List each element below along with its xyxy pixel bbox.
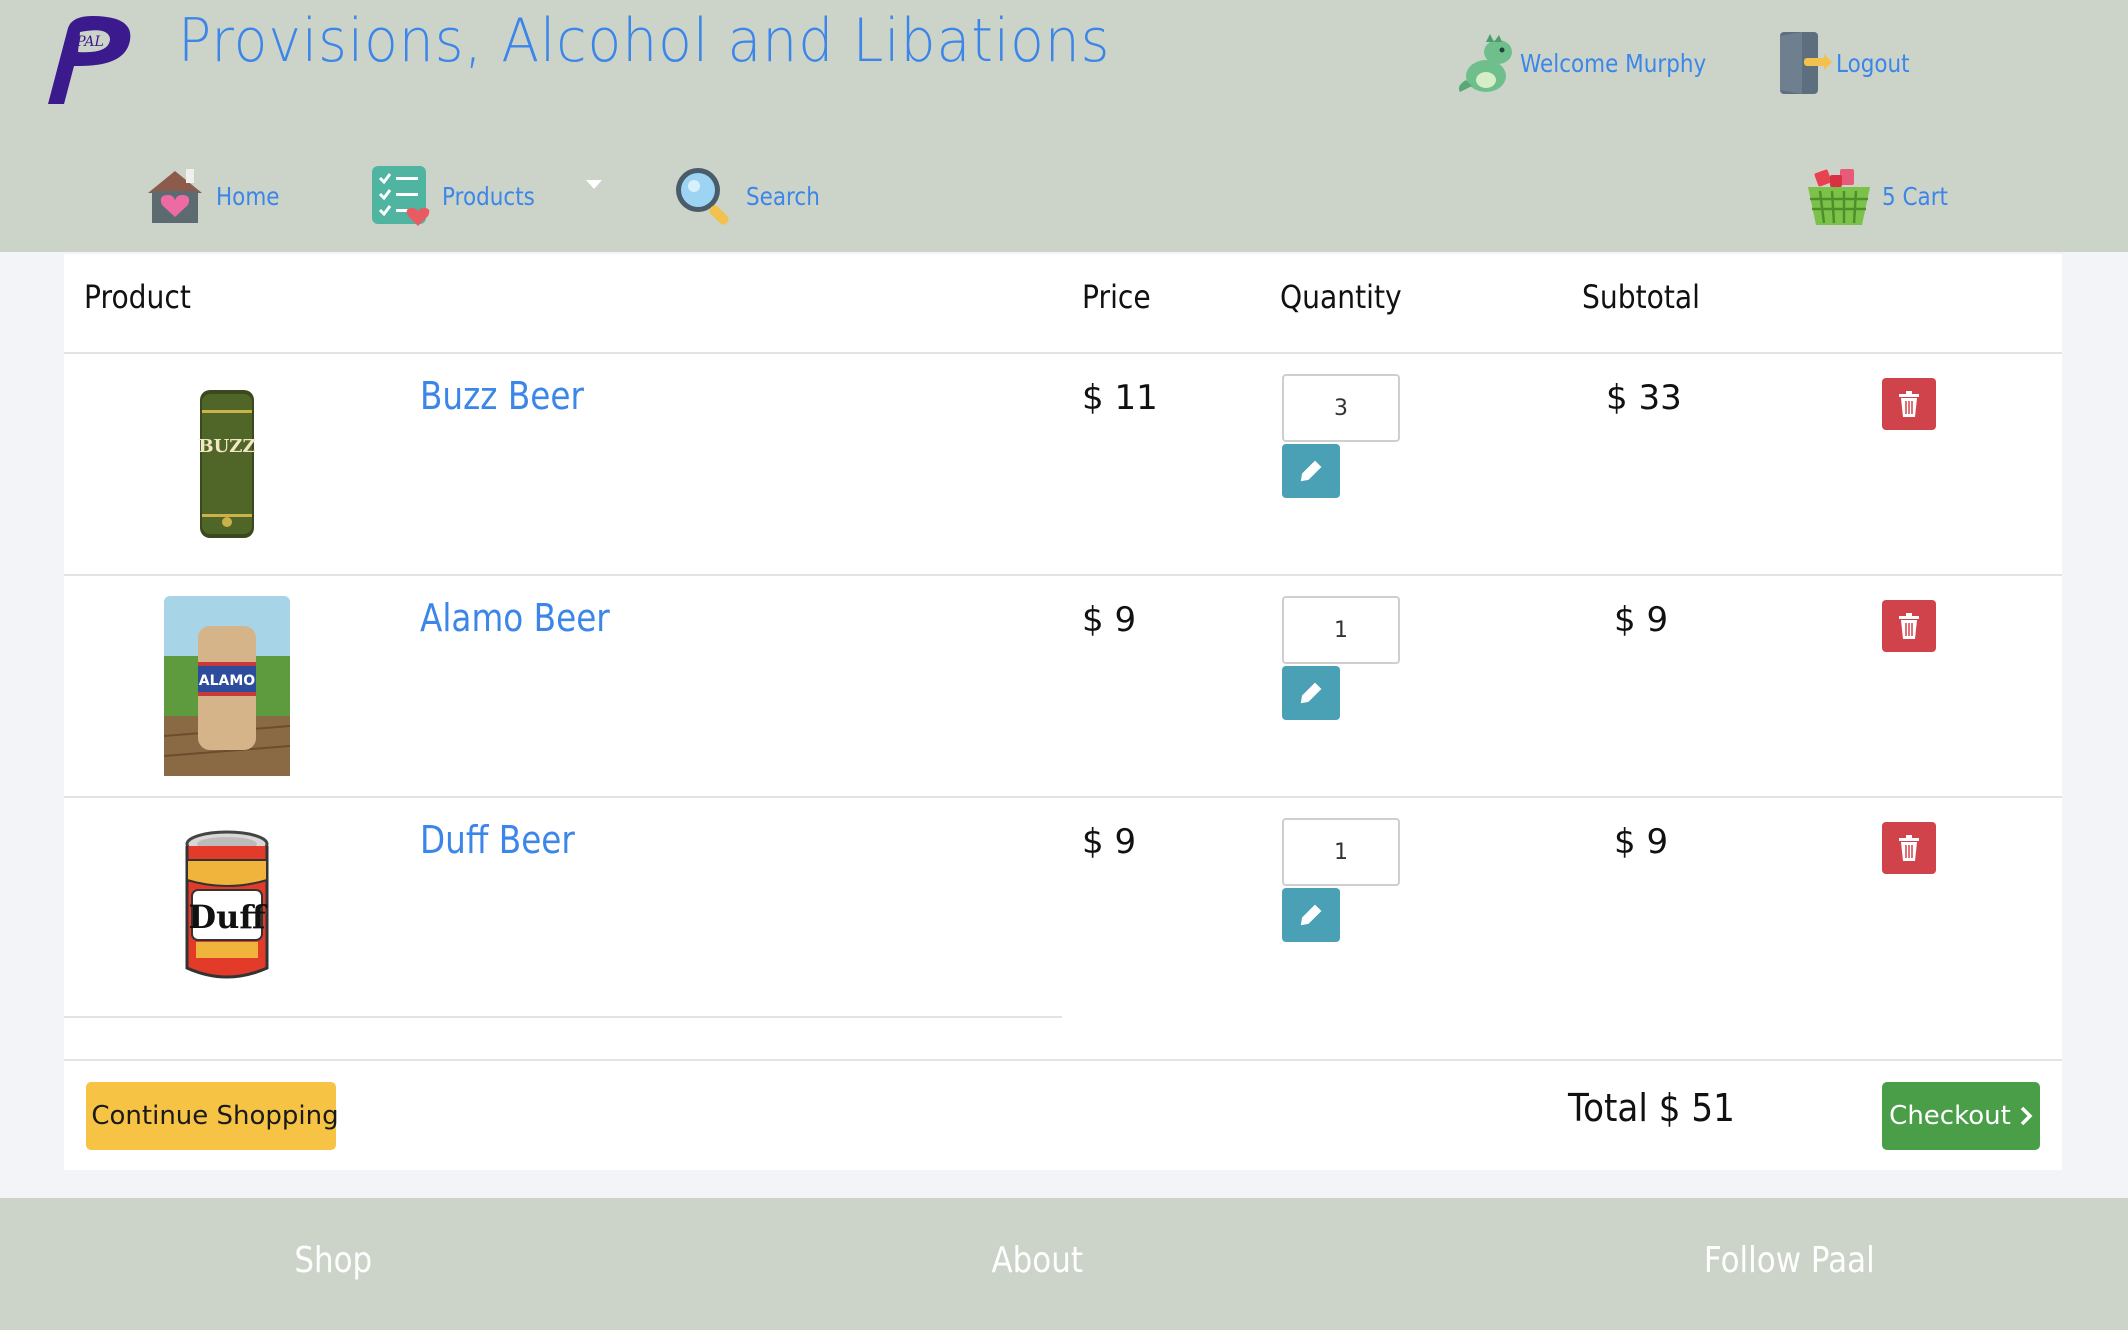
products-dropdown-caret-icon[interactable] — [586, 180, 602, 189]
site-logo[interactable]: PAL — [40, 10, 140, 106]
nav-search[interactable]: Search — [672, 160, 832, 232]
trash-icon — [1899, 835, 1919, 861]
update-quantity-button[interactable] — [1282, 444, 1340, 498]
remove-item-button[interactable] — [1882, 822, 1936, 874]
remove-item-button[interactable] — [1882, 378, 1936, 430]
nav-products[interactable]: Products — [370, 160, 550, 232]
checkout-label: Checkout — [1889, 1101, 2011, 1131]
pencil-icon — [1300, 904, 1322, 926]
remove-item-button[interactable] — [1882, 600, 1936, 652]
magnifier-icon — [676, 168, 729, 225]
product-price: $ 9 — [1082, 822, 1137, 862]
row-divider — [64, 1016, 1062, 1018]
nav-cart[interactable]: 5 Cart — [1806, 160, 1959, 232]
product-price: $ 11 — [1082, 378, 1158, 418]
trash-icon — [1899, 613, 1919, 639]
update-quantity-button[interactable] — [1282, 888, 1340, 942]
logout-link[interactable]: Logout — [1776, 30, 1922, 96]
svg-text:BUZZ: BUZZ — [198, 436, 255, 457]
welcome-user[interactable]: Welcome Murphy — [1456, 30, 1737, 96]
quantity-input[interactable] — [1282, 818, 1400, 886]
column-header-price: Price — [1082, 278, 1151, 316]
product-price: $ 9 — [1082, 600, 1137, 640]
chevron-right-icon — [2020, 1106, 2033, 1126]
row-divider — [64, 796, 2062, 798]
buzz-beer-image[interactable]: BUZZ — [196, 386, 258, 542]
dinosaur-icon — [1458, 34, 1512, 92]
trash-icon — [1899, 391, 1919, 417]
continue-shopping-button[interactable]: Continue Shopping — [86, 1082, 339, 1150]
footer-link-shop[interactable]: Shop — [294, 1240, 372, 1281]
welcome-text: Welcome Murphy — [1520, 48, 1707, 78]
alamo-beer-image[interactable]: ALAMO — [164, 596, 290, 776]
footer-link-about[interactable]: About — [991, 1240, 1083, 1281]
product-subtotal: $ 9 — [1614, 600, 1669, 640]
product-name-link[interactable]: Buzz Beer — [420, 374, 584, 418]
checklist-heart-icon — [372, 166, 430, 226]
svg-text:Duff: Duff — [188, 898, 267, 936]
product-name-link[interactable]: Duff Beer — [420, 818, 575, 862]
pencil-icon — [1300, 682, 1322, 704]
svg-text:PAL: PAL — [75, 34, 104, 50]
site-title[interactable]: Provisions, Alcohol and Libations — [178, 6, 1110, 76]
product-subtotal: $ 33 — [1606, 378, 1682, 418]
column-header-subtotal: Subtotal — [1582, 278, 1700, 316]
nav-products-label: Products — [442, 181, 535, 211]
header-divider — [64, 352, 2062, 354]
nav-cart-label: 5 Cart — [1882, 181, 1948, 211]
quantity-input[interactable] — [1282, 596, 1400, 664]
nav-search-label: Search — [746, 181, 820, 211]
logout-label: Logout — [1836, 48, 1910, 78]
cart-total: Total $ 51 — [1568, 1086, 1735, 1130]
footer-link-follow[interactable]: Follow Paal — [1704, 1240, 1875, 1281]
update-quantity-button[interactable] — [1282, 666, 1340, 720]
pencil-icon — [1300, 460, 1322, 482]
basket-icon — [1808, 169, 1870, 225]
footer-divider — [64, 1059, 2062, 1061]
svg-text:ALAMO: ALAMO — [199, 673, 256, 689]
door-exit-icon — [1780, 32, 1832, 94]
quantity-input[interactable] — [1282, 374, 1400, 442]
row-divider — [64, 574, 2062, 576]
checkout-button[interactable]: Checkout — [1882, 1082, 2040, 1150]
nav-home-label: Home — [216, 181, 280, 211]
duff-beer-image[interactable]: Duff — [182, 830, 272, 984]
continue-shopping-label: Continue Shopping — [91, 1101, 339, 1131]
column-header-quantity: Quantity — [1280, 278, 1402, 316]
product-name-link[interactable]: Alamo Beer — [420, 596, 610, 640]
nav-home[interactable]: Home — [144, 160, 290, 232]
product-subtotal: $ 9 — [1614, 822, 1669, 862]
column-header-product: Product — [84, 278, 191, 316]
cart-panel — [64, 254, 2062, 1170]
house-heart-icon — [148, 169, 202, 223]
